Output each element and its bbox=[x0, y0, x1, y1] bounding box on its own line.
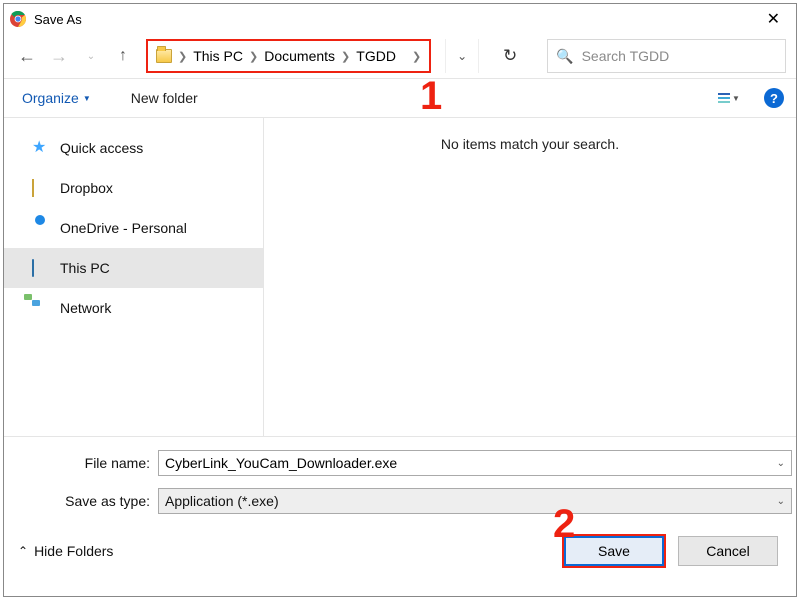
recent-dropdown[interactable]: ⌄ bbox=[82, 51, 100, 62]
chevron-right-icon: ❯ bbox=[341, 50, 350, 63]
refresh-button[interactable]: ↻ bbox=[493, 39, 527, 73]
chevron-down-icon: ⌄ bbox=[777, 458, 785, 469]
hide-folders-toggle[interactable]: ⌃ Hide Folders bbox=[18, 543, 113, 559]
organize-label: Organize bbox=[22, 90, 79, 106]
close-icon[interactable]: ✕ bbox=[757, 9, 790, 29]
chevron-right-icon: ❯ bbox=[249, 50, 258, 63]
organize-menu[interactable]: Organize ▼ bbox=[16, 86, 97, 110]
save-as-type-value: Application (*.exe) bbox=[165, 493, 279, 509]
folder-icon bbox=[156, 49, 172, 63]
chevron-right-icon: ❯ bbox=[412, 50, 421, 63]
chevron-right-icon: ❯ bbox=[178, 50, 187, 63]
sidebar-item-network[interactable]: Network bbox=[4, 288, 263, 328]
window-title: Save As bbox=[34, 12, 82, 27]
save-as-type-select[interactable]: Application (*.exe) ⌄ bbox=[158, 488, 792, 514]
save-as-type-label: Save as type: bbox=[4, 493, 158, 509]
up-button[interactable]: ↑ bbox=[114, 47, 132, 65]
sidebar-item-label: OneDrive - Personal bbox=[60, 220, 187, 236]
chevron-up-icon: ⌃ bbox=[18, 544, 28, 558]
file-name-value: CyberLink_YouCam_Downloader.exe bbox=[165, 455, 397, 471]
file-list-area: No items match your search. bbox=[264, 118, 796, 436]
main-area: ★ Quick access Dropbox OneDrive - Person… bbox=[4, 118, 796, 436]
sidebar-item-onedrive[interactable]: OneDrive - Personal bbox=[4, 208, 263, 248]
annotation-2: 2 bbox=[553, 502, 575, 547]
chevron-down-icon: ▼ bbox=[83, 94, 91, 103]
sidebar-item-dropbox[interactable]: Dropbox bbox=[4, 168, 263, 208]
file-name-input[interactable]: CyberLink_YouCam_Downloader.exe ⌄ bbox=[158, 450, 792, 476]
form-area: File name: CyberLink_YouCam_Downloader.e… bbox=[4, 436, 796, 579]
breadcrumb-segment[interactable]: This PC bbox=[193, 48, 243, 64]
nav-row: ← → ⌄ ↑ ❯ This PC ❯ Documents ❯ TGDD ❯ ⌄… bbox=[4, 34, 796, 78]
search-placeholder: Search TGDD bbox=[582, 48, 670, 64]
footer: ⌃ Hide Folders Save Cancel bbox=[4, 523, 792, 579]
empty-message: No items match your search. bbox=[441, 136, 619, 152]
save-button[interactable]: Save bbox=[562, 534, 666, 568]
save-as-dialog: Save As ✕ ← → ⌄ ↑ ❯ This PC ❯ Documents … bbox=[3, 3, 797, 597]
chevron-down-icon: ▼ bbox=[732, 94, 740, 103]
star-icon: ★ bbox=[32, 140, 50, 156]
forward-button[interactable]: → bbox=[50, 46, 68, 67]
back-button[interactable]: ← bbox=[18, 46, 36, 67]
new-folder-button[interactable]: New folder bbox=[125, 86, 204, 110]
sidebar-item-this-pc[interactable]: This PC bbox=[4, 248, 263, 288]
hide-folders-label: Hide Folders bbox=[34, 543, 113, 559]
breadcrumb-segment[interactable]: TGDD bbox=[356, 48, 396, 64]
address-dropdown[interactable]: ⌄ bbox=[445, 39, 479, 73]
chrome-icon bbox=[10, 11, 26, 27]
new-folder-label: New folder bbox=[131, 90, 198, 106]
view-icon bbox=[718, 93, 730, 103]
annotation-1: 1 bbox=[420, 74, 442, 119]
breadcrumb[interactable]: ❯ This PC ❯ Documents ❯ TGDD ❯ bbox=[146, 39, 431, 73]
file-name-label: File name: bbox=[4, 455, 158, 471]
cancel-button-label: Cancel bbox=[706, 543, 750, 559]
pc-icon bbox=[32, 259, 34, 277]
sidebar-item-quick-access[interactable]: ★ Quick access bbox=[4, 128, 263, 168]
search-input[interactable]: 🔍 Search TGDD bbox=[547, 39, 786, 73]
help-button[interactable]: ? bbox=[764, 88, 784, 108]
save-button-label: Save bbox=[598, 543, 630, 559]
sidebar: ★ Quick access Dropbox OneDrive - Person… bbox=[4, 118, 264, 436]
chevron-down-icon: ⌄ bbox=[777, 496, 785, 507]
sidebar-item-label: This PC bbox=[60, 260, 110, 276]
titlebar: Save As ✕ bbox=[4, 4, 796, 34]
sidebar-item-label: Network bbox=[60, 300, 111, 316]
breadcrumb-segment[interactable]: Documents bbox=[264, 48, 335, 64]
toolbar: Organize ▼ New folder ▼ ? bbox=[4, 78, 796, 118]
sidebar-item-label: Quick access bbox=[60, 140, 143, 156]
view-options-button[interactable]: ▼ bbox=[718, 89, 746, 107]
sidebar-item-label: Dropbox bbox=[60, 180, 113, 196]
search-icon: 🔍 bbox=[556, 48, 573, 65]
cancel-button[interactable]: Cancel bbox=[678, 536, 778, 566]
folder-icon bbox=[32, 179, 34, 197]
